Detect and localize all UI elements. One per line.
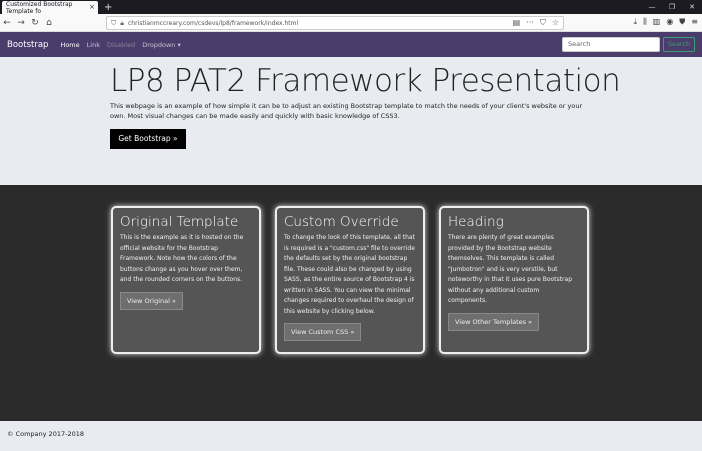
- page-title: LP8 PAT2 Framework Presentation: [110, 63, 621, 99]
- minimize-icon[interactable]: —: [642, 0, 662, 14]
- extension-icon[interactable]: ⛊: [679, 17, 685, 27]
- shield-icon: ⛉: [111, 18, 117, 27]
- forward-icon[interactable]: →: [14, 18, 28, 28]
- nav-dropdown[interactable]: Dropdown ▾: [142, 41, 181, 49]
- card-title: Heading: [448, 214, 504, 230]
- page-footer: © Company 2017-2018: [0, 421, 702, 451]
- url-text: christianmccreary.com/csdevs/lp8/framewo…: [127, 19, 299, 27]
- get-bootstrap-button[interactable]: Get Bootstrap »: [110, 129, 186, 149]
- menu-icon[interactable]: ≡: [691, 17, 698, 27]
- card-original-template: Original Template This is the example as…: [111, 206, 261, 354]
- close-tab-icon[interactable]: ×: [89, 3, 95, 11]
- download-icon[interactable]: ⤓: [634, 17, 638, 27]
- browser-tab-bar: Customized Bootstrap Template fo × + — ❐…: [0, 0, 702, 15]
- card-text: To change the look of this template, all…: [284, 234, 415, 315]
- tab-title: Customized Bootstrap Template fo: [6, 0, 73, 15]
- navbar-brand[interactable]: Bootstrap: [7, 40, 48, 50]
- card-text: This is the example as it is hosted on t…: [120, 234, 244, 283]
- jumbotron-text: This webpage is an example of how simple…: [110, 102, 583, 120]
- card-custom-override: Custom Override To change the look of th…: [275, 206, 425, 354]
- search-button[interactable]: Search: [663, 37, 695, 52]
- footer-copyright: © Company 2017-2018: [7, 430, 84, 438]
- card-title: Original Template: [120, 214, 239, 230]
- cards-section: Original Template This is the example as…: [0, 185, 702, 421]
- restore-icon[interactable]: ❐: [662, 0, 682, 14]
- card-text: There are plenty of great examples provi…: [448, 234, 573, 304]
- view-custom-css-button[interactable]: View Custom CSS »: [284, 323, 362, 341]
- library-icon[interactable]: ⫼: [643, 17, 647, 27]
- home-icon[interactable]: ⌂: [42, 18, 56, 28]
- card-heading: Heading There are plenty of great exampl…: [439, 206, 589, 354]
- new-tab-button[interactable]: +: [104, 1, 112, 14]
- nav-link-home[interactable]: Home: [60, 41, 79, 49]
- card-title: Custom Override: [284, 214, 399, 230]
- window-controls: — ❐ ✕: [642, 0, 702, 14]
- search-input[interactable]: Search: [562, 37, 660, 52]
- pocket-icon[interactable]: ⛉: [540, 18, 546, 28]
- back-icon[interactable]: ←: [0, 18, 14, 28]
- view-original-button[interactable]: View Original »: [120, 291, 183, 310]
- jumbotron: LP8 PAT2 Framework Presentation This web…: [0, 57, 702, 185]
- reader-view-icon[interactable]: ▤: [513, 18, 521, 28]
- sidebar-icon[interactable]: ▥: [653, 17, 661, 27]
- lock-icon: 🔒︎: [120, 18, 124, 27]
- nav-link-link[interactable]: Link: [87, 41, 100, 49]
- browser-toolbar: ← → ↻ ⌂ ⛉ 🔒︎ christianmccreary.com/csdev…: [0, 14, 702, 32]
- address-bar[interactable]: ⛉ 🔒︎ christianmccreary.com/csdevs/lp8/fr…: [106, 16, 564, 30]
- reload-icon[interactable]: ↻: [28, 18, 42, 28]
- bookmark-star-icon[interactable]: ☆: [552, 18, 559, 28]
- nav-link-disabled: Disabled: [106, 40, 136, 49]
- page-actions-icon[interactable]: ···: [526, 18, 534, 28]
- browser-tab[interactable]: Customized Bootstrap Template fo ×: [2, 0, 98, 15]
- account-icon[interactable]: ◉: [666, 17, 673, 27]
- close-window-icon[interactable]: ✕: [682, 0, 702, 14]
- view-other-templates-button[interactable]: View Other Templates »: [448, 312, 540, 331]
- site-navbar: Bootstrap Home Link Disabled Dropdown ▾ …: [0, 32, 702, 57]
- browser-toolbar-icons: ⤓ ⫼ ▥ ◉ ⛊ ≡: [634, 17, 698, 27]
